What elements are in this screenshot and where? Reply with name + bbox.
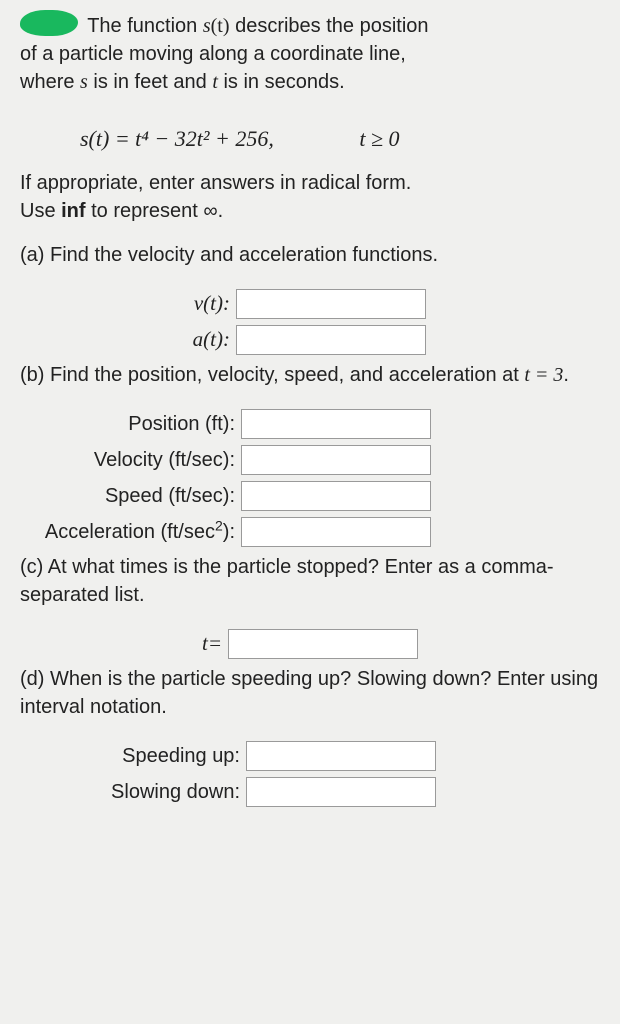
intro-text-4b: is in feet and: [88, 71, 213, 93]
part-c-prompt: (c) At what times is the particle stoppe…: [20, 553, 600, 609]
label-speeding-up: Speeding up:: [20, 742, 246, 770]
input-v-t[interactable]: [236, 289, 426, 319]
input-t-stopped[interactable]: [228, 629, 418, 659]
row-slowing-down: Slowing down:: [20, 777, 600, 807]
row-acceleration: Acceleration (ft/sec2):: [20, 517, 600, 547]
label-accel-post: ):: [223, 521, 235, 543]
equation: s(t) = t⁴ − 32t² + 256, t ≥ 0: [20, 110, 600, 169]
row-velocity: Velocity (ft/sec):: [20, 445, 600, 475]
note-line1: If appropriate, enter answers in radical…: [20, 172, 411, 194]
input-speed[interactable]: [241, 481, 431, 511]
row-speeding-up: Speeding up:: [20, 741, 600, 771]
note-line2a: Use: [20, 200, 61, 222]
note-line2b: to represent ∞.: [86, 200, 224, 222]
part-a-fields: v(t): a(t):: [20, 289, 600, 355]
highlight-badge: [20, 10, 78, 36]
label-accel-pre: Acceleration (ft/sec: [45, 521, 215, 543]
arg-t: (t): [211, 15, 230, 37]
row-v-t: v(t):: [20, 289, 600, 319]
inf-keyword: inf: [61, 200, 85, 222]
row-a-t: a(t):: [20, 325, 600, 355]
part-c-fields: t=: [20, 629, 600, 659]
input-a-t[interactable]: [236, 325, 426, 355]
squared: 2: [215, 517, 223, 533]
label-position: Position (ft):: [20, 410, 241, 438]
input-acceleration[interactable]: [241, 517, 431, 547]
intro-text-4c: is in seconds.: [218, 71, 345, 93]
part-b-prompt-pre: (b) Find the position, velocity, speed, …: [20, 364, 524, 386]
row-position: Position (ft):: [20, 409, 600, 439]
part-b-fields: Position (ft): Velocity (ft/sec): Speed …: [20, 409, 600, 547]
label-t-stopped: t=: [202, 629, 228, 658]
intro-text-1: The function: [87, 15, 203, 37]
input-velocity[interactable]: [241, 445, 431, 475]
part-b-prompt: (b) Find the position, velocity, speed, …: [20, 361, 600, 389]
part-a-prompt: (a) Find the velocity and acceleration f…: [20, 241, 600, 269]
row-t-stopped: t=: [20, 629, 600, 659]
part-d-prompt: (d) When is the particle speeding up? Sl…: [20, 665, 600, 721]
problem-intro: The function s(t) describes the position…: [20, 10, 600, 96]
equation-expr: s(t) = t⁴ − 32t² + 256,: [80, 126, 274, 151]
label-velocity: Velocity (ft/sec):: [20, 446, 241, 474]
intro-text-4a: where: [20, 71, 80, 93]
var-s: s: [203, 15, 211, 37]
part-d-fields: Speeding up: Slowing down:: [20, 741, 600, 807]
input-speeding-up[interactable]: [246, 741, 436, 771]
label-acceleration: Acceleration (ft/sec2):: [20, 518, 241, 546]
intro-text-3: of a particle moving along a coordinate …: [20, 43, 406, 65]
equation-cond: t ≥ 0: [359, 124, 399, 155]
input-slowing-down[interactable]: [246, 777, 436, 807]
row-speed: Speed (ft/sec):: [20, 481, 600, 511]
input-position[interactable]: [241, 409, 431, 439]
part-b-t-eq: t = 3: [524, 364, 563, 386]
label-slowing-down: Slowing down:: [20, 778, 246, 806]
label-v-t: v(t):: [20, 289, 236, 318]
input-note: If appropriate, enter answers in radical…: [20, 169, 600, 225]
intro-text-2: describes the position: [230, 15, 429, 37]
label-a-t: a(t):: [20, 325, 236, 354]
label-speed: Speed (ft/sec):: [20, 482, 241, 510]
part-b-prompt-post: .: [563, 364, 569, 386]
var-s-2: s: [80, 71, 88, 93]
